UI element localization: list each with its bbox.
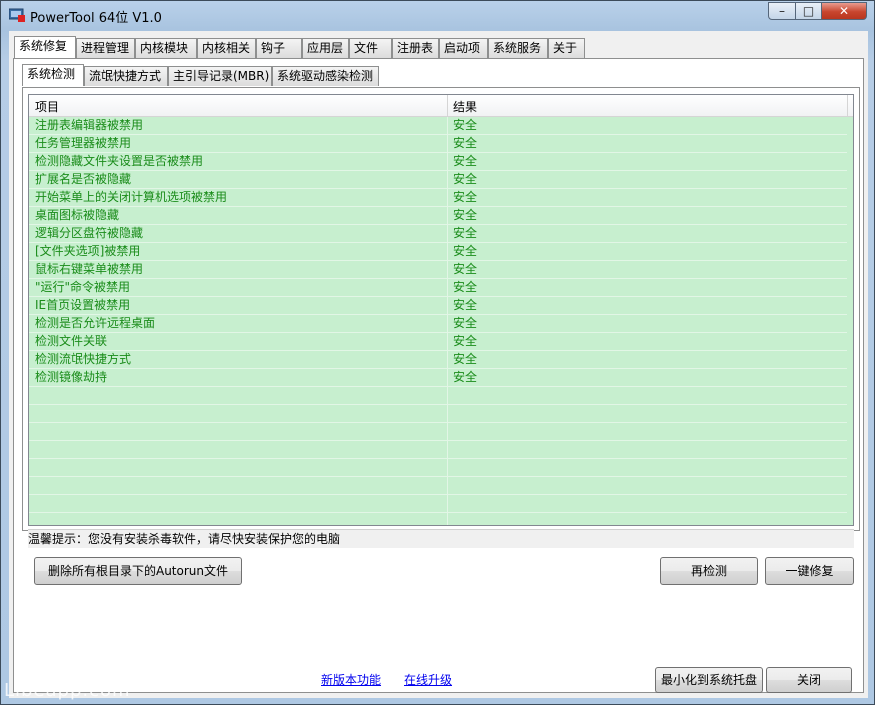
title-bar[interactable]: PowerTool 64位 V1.0 – □ ✕ [1,1,874,31]
row-item: 检测隐藏文件夹设置是否被禁用 [35,154,204,168]
row-result: 安全 [453,334,478,348]
new-features-link[interactable]: 新版本功能 [321,671,381,688]
tab-system-services[interactable]: 系统服务 [488,38,548,58]
list-row[interactable]: 桌面图标被隐藏 安全 [29,207,847,225]
list-row[interactable] [29,441,847,459]
row-item: [文件夹选项]被禁用 [35,244,141,258]
row-item: 逻辑分区盘符被隐藏 [35,226,144,240]
row-item: 开始菜单上的关闭计算机选项被禁用 [35,190,228,204]
row-result: 安全 [453,226,478,240]
row-item: "运行"命令被禁用 [35,280,131,294]
row-item: 鼠标右键菜单被禁用 [35,262,144,276]
row-result: 安全 [453,190,478,204]
list-row[interactable] [29,387,847,405]
tab-app-layer[interactable]: 应用层 [302,38,349,58]
client-area: 系统修复 进程管理 内核模块 内核相关 钩子 应用层 文件 注册表 启动项 系统… [9,31,868,698]
list-row[interactable] [29,477,847,495]
list-row[interactable]: 检测流氓快捷方式 安全 [29,351,847,369]
subtab-driver-infection[interactable]: 系统驱动感染检测 [272,66,379,86]
close-window-button[interactable]: ✕ [821,2,867,20]
row-item: 检测是否允许远程桌面 [35,316,156,330]
list-row[interactable] [29,423,847,441]
list-row[interactable]: 检测是否允许远程桌面 安全 [29,315,847,333]
subtab-mbr[interactable]: 主引导记录(MBR) [168,66,272,86]
list-row[interactable]: 任务管理器被禁用 安全 [29,135,847,153]
one-click-repair-button[interactable]: 一键修复 [765,557,854,585]
list-rows: 注册表编辑器被禁用 安全 任务管理器被禁用 安全 检测隐藏文件夹设置是否被禁用 安全 扩展名… [29,117,847,513]
row-result: 安全 [453,154,478,168]
tab-registry[interactable]: 注册表 [392,38,439,58]
list-row[interactable]: 检测隐藏文件夹设置是否被禁用 安全 [29,153,847,171]
delete-autorun-button[interactable]: 删除所有根目录下的Autorun文件 [34,557,242,585]
list-row[interactable]: 扩展名是否被隐藏 安全 [29,171,847,189]
row-result: 安全 [453,244,478,258]
maximize-button[interactable]: □ [795,2,822,20]
list-row[interactable]: IE首页设置被禁用 安全 [29,297,847,315]
row-item: 检测流氓快捷方式 [35,352,132,366]
row-result: 安全 [453,298,478,312]
list-row[interactable]: 鼠标右键菜单被禁用 安全 [29,261,847,279]
list-row[interactable]: 逻辑分区盘符被隐藏 安全 [29,225,847,243]
column-divider-end [847,95,848,116]
subtab-rogue-shortcuts[interactable]: 流氓快捷方式 [84,66,168,86]
row-item: IE首页设置被禁用 [35,298,131,312]
tab-startup[interactable]: 启动项 [439,38,488,58]
window-title: PowerTool 64位 V1.0 [30,11,162,26]
row-item: 检测镜像劫持 [35,370,108,384]
list-row[interactable]: 注册表编辑器被禁用 安全 [29,117,847,135]
list-row[interactable]: 开始菜单上的关闭计算机选项被禁用 安全 [29,189,847,207]
list-row[interactable] [29,495,847,513]
tab-about[interactable]: 关于 [548,38,585,58]
list-row[interactable]: [文件夹选项]被禁用 安全 [29,243,847,261]
minimize-button[interactable]: – [768,2,796,20]
column-header-item[interactable]: 项目 [35,98,59,115]
app-window: PowerTool 64位 V1.0 – □ ✕ 系统修复 进程管理 内核模块 … [0,0,875,705]
subtab-system-check[interactable]: 系统检测 [22,64,84,86]
row-result: 安全 [453,208,478,222]
row-item: 检测文件关联 [35,334,108,348]
tab-kernel-modules[interactable]: 内核模块 [135,38,197,58]
list-header: 项目 结果 [29,95,853,117]
row-result: 安全 [453,316,478,330]
watermark-logo: Libeapp.com [4,680,131,701]
check-results-list[interactable]: 项目 结果 注册表编辑器被禁用 安全 任务管理器被禁用 安全 检测隐藏文件夹设置是否被禁… [28,94,854,526]
list-row[interactable] [29,405,847,423]
warning-tip: 温馨提示：您没有安装杀毒软件，请尽快安装保护您的电脑 [28,529,854,548]
tab-system-repair[interactable]: 系统修复 [14,36,76,58]
row-result: 安全 [453,352,478,366]
row-item: 注册表编辑器被禁用 [35,118,144,132]
tab-files[interactable]: 文件 [349,38,392,58]
minimize-to-tray-button[interactable]: 最小化到系统托盘 [655,667,763,693]
row-result: 安全 [453,262,478,276]
online-upgrade-link[interactable]: 在线升级 [404,671,452,688]
list-row[interactable]: "运行"命令被禁用 安全 [29,279,847,297]
close-button[interactable]: 关闭 [766,667,852,693]
recheck-button[interactable]: 再检测 [660,557,758,585]
list-row[interactable]: 检测镜像劫持 安全 [29,369,847,387]
column-header-result[interactable]: 结果 [453,98,477,115]
row-item: 扩展名是否被隐藏 [35,172,132,186]
row-result: 安全 [453,118,478,132]
row-result: 安全 [453,172,478,186]
row-result: 安全 [453,370,478,384]
list-row[interactable] [29,459,847,477]
tab-hooks[interactable]: 钩子 [256,38,302,58]
row-item: 桌面图标被隐藏 [35,208,120,222]
row-result: 安全 [453,280,478,294]
tab-process-manager[interactable]: 进程管理 [76,38,135,58]
column-divider[interactable] [447,95,448,116]
app-icon [9,8,25,22]
list-row[interactable]: 检测文件关联 安全 [29,333,847,351]
row-item: 任务管理器被禁用 [35,136,132,150]
row-result: 安全 [453,136,478,150]
tab-kernel-related[interactable]: 内核相关 [197,38,256,58]
